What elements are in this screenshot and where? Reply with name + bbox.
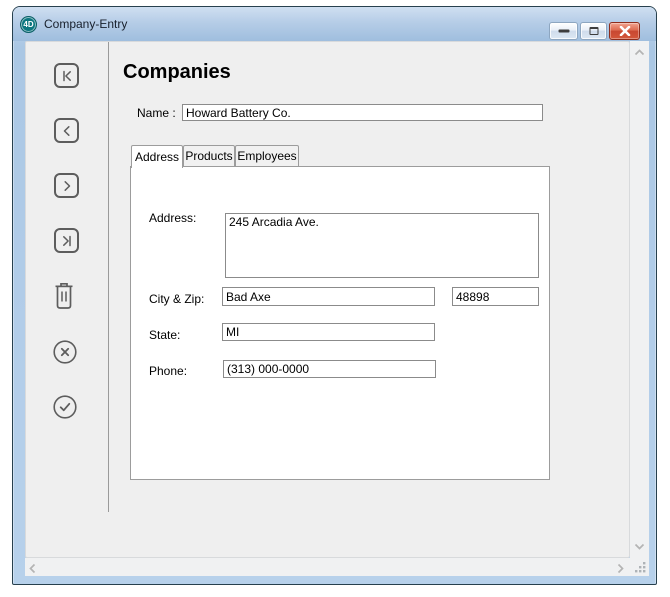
client-area: Companies Name : Address Products Employ… [25,41,649,576]
tab-employees-label: Employees [237,149,296,163]
tab-products[interactable]: Products [183,145,235,167]
resize-grip[interactable] [630,558,649,576]
app-window: 4D Company-Entry [12,6,657,585]
name-label: Name : [137,106,176,120]
scroll-right-button[interactable] [617,563,624,574]
page-title: Companies [123,61,231,84]
tab-employees[interactable]: Employees [235,145,299,167]
window-title: Company-Entry [44,7,127,41]
phone-input[interactable] [223,360,436,378]
titlebar[interactable]: 4D Company-Entry [13,7,656,41]
toolbar-divider [108,42,109,512]
cancel-circle-x-icon [52,339,77,364]
delete-record-button[interactable] [53,281,74,311]
tab-address[interactable]: Address [131,145,183,168]
scroll-down-button[interactable] [634,543,645,550]
restore-icon [589,27,598,35]
last-record-button[interactable] [54,228,79,253]
address-label: Address: [149,211,196,225]
4d-app-icon: 4D [20,16,37,33]
horizontal-scrollbar[interactable] [25,558,630,576]
scroll-up-button[interactable] [634,49,645,56]
accept-circle-check-icon [52,394,77,419]
scroll-left-button[interactable] [29,563,36,574]
previous-record-button[interactable] [54,118,79,143]
logo-text: 4D [23,20,33,29]
address-tab-panel: Address: 245 Arcadia Ave. City & Zip: St… [130,166,550,480]
trash-icon [53,281,74,311]
name-input[interactable] [182,104,543,121]
phone-label: Phone: [149,364,187,378]
accept-record-button[interactable] [52,394,77,419]
close-icon [619,26,631,36]
first-record-button[interactable] [54,63,79,88]
city-input[interactable] [222,287,435,306]
last-record-icon [59,233,75,249]
tab-address-label: Address [135,150,179,164]
form-scroll-area: Companies Name : Address Products Employ… [25,41,630,558]
previous-record-icon [59,123,75,139]
next-record-button[interactable] [54,173,79,198]
next-record-icon [59,178,75,194]
minimize-icon [558,30,569,33]
first-record-icon [59,68,75,84]
resize-grip-icon [635,562,646,573]
tab-products-label: Products [185,149,232,163]
vertical-scrollbar[interactable] [630,41,649,558]
state-label: State: [149,328,180,342]
address-textarea[interactable]: 245 Arcadia Ave. [225,213,539,278]
minimize-button[interactable] [549,22,578,40]
zip-input[interactable] [452,287,539,306]
city-zip-label: City & Zip: [149,292,204,306]
state-input[interactable] [222,323,435,341]
restore-button[interactable] [580,22,607,40]
cancel-record-button[interactable] [52,339,77,364]
close-button[interactable] [609,22,640,40]
